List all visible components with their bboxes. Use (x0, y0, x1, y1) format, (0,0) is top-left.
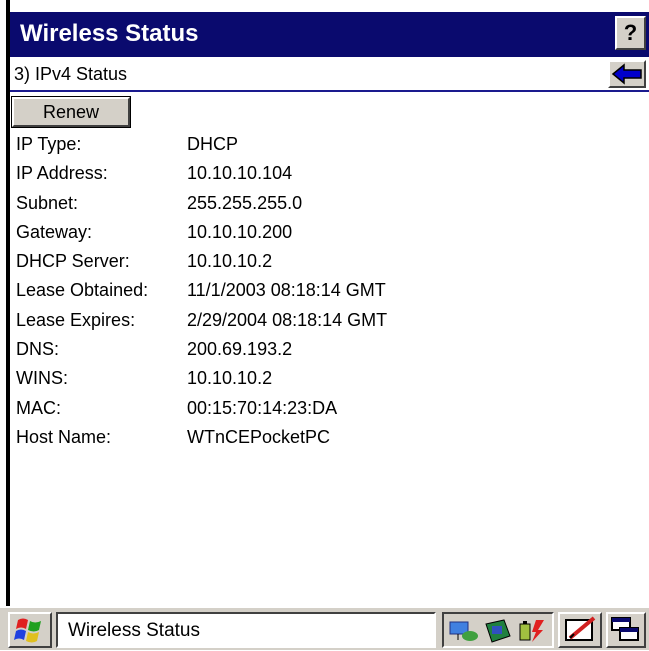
back-button[interactable] (608, 60, 646, 88)
field-value: DHCP (187, 134, 239, 154)
switch-windows-button[interactable] (606, 612, 646, 648)
field-label: DHCP Server: (16, 251, 130, 272)
field-value: 2/29/2004 08:18:14 GMT (187, 309, 388, 330)
field-label: Host Name: (16, 426, 112, 447)
app-window: Wireless Status ? 3) IPv4 Status Renew I… (0, 0, 649, 650)
wireless-card-icon[interactable] (482, 618, 514, 644)
task-label: Wireless Status (68, 620, 200, 641)
field-value: 200.69.193.2 (187, 339, 293, 360)
field-label: IP Address: (16, 163, 108, 184)
field-value: 10.10.10.104 (187, 163, 293, 184)
field-value: 10.10.10.2 (187, 368, 273, 389)
field-label: WINS: (16, 368, 68, 389)
field-value: 10.10.10.2 (187, 251, 273, 272)
field-label: Subnet: (16, 192, 79, 213)
task-button-wireless-status[interactable]: Wireless Status (56, 612, 436, 648)
field-value: 255.255.255.0 (187, 192, 303, 213)
window-title: Wireless Status (20, 20, 199, 47)
back-arrow-icon (611, 63, 642, 85)
field-value: 00:15:70:14:23:DA (187, 397, 338, 418)
start-button[interactable] (8, 612, 52, 648)
section-header: 3) IPv4 Status (10, 60, 649, 92)
system-tray (442, 612, 554, 648)
field-label: MAC: (16, 397, 61, 418)
pen-input-icon (565, 616, 596, 641)
field-value: 10.10.10.200 (187, 221, 293, 242)
title-bar: Wireless Status ? (10, 12, 649, 57)
field-value: WTnCEPocketPC (187, 426, 331, 447)
battery-icon[interactable] (516, 618, 548, 644)
section-label: 3) IPv4 Status (14, 64, 128, 84)
field-label: Gateway: (16, 221, 93, 242)
windows-flag-icon (14, 618, 41, 643)
network-icon[interactable] (448, 618, 480, 644)
help-button[interactable]: ? (615, 16, 646, 50)
field-label: DNS: (16, 339, 60, 360)
field-value: 11/1/2003 08:18:14 GMT (187, 280, 386, 301)
field-label: Lease Expires: (16, 309, 136, 330)
renew-button[interactable]: Renew (11, 96, 131, 128)
field-label: Lease Obtained: (16, 280, 149, 301)
taskbar: Wireless Status (0, 606, 649, 650)
input-panel-button[interactable] (558, 612, 602, 648)
field-label: IP Type: (16, 134, 82, 154)
windows-stack-icon (611, 617, 639, 641)
